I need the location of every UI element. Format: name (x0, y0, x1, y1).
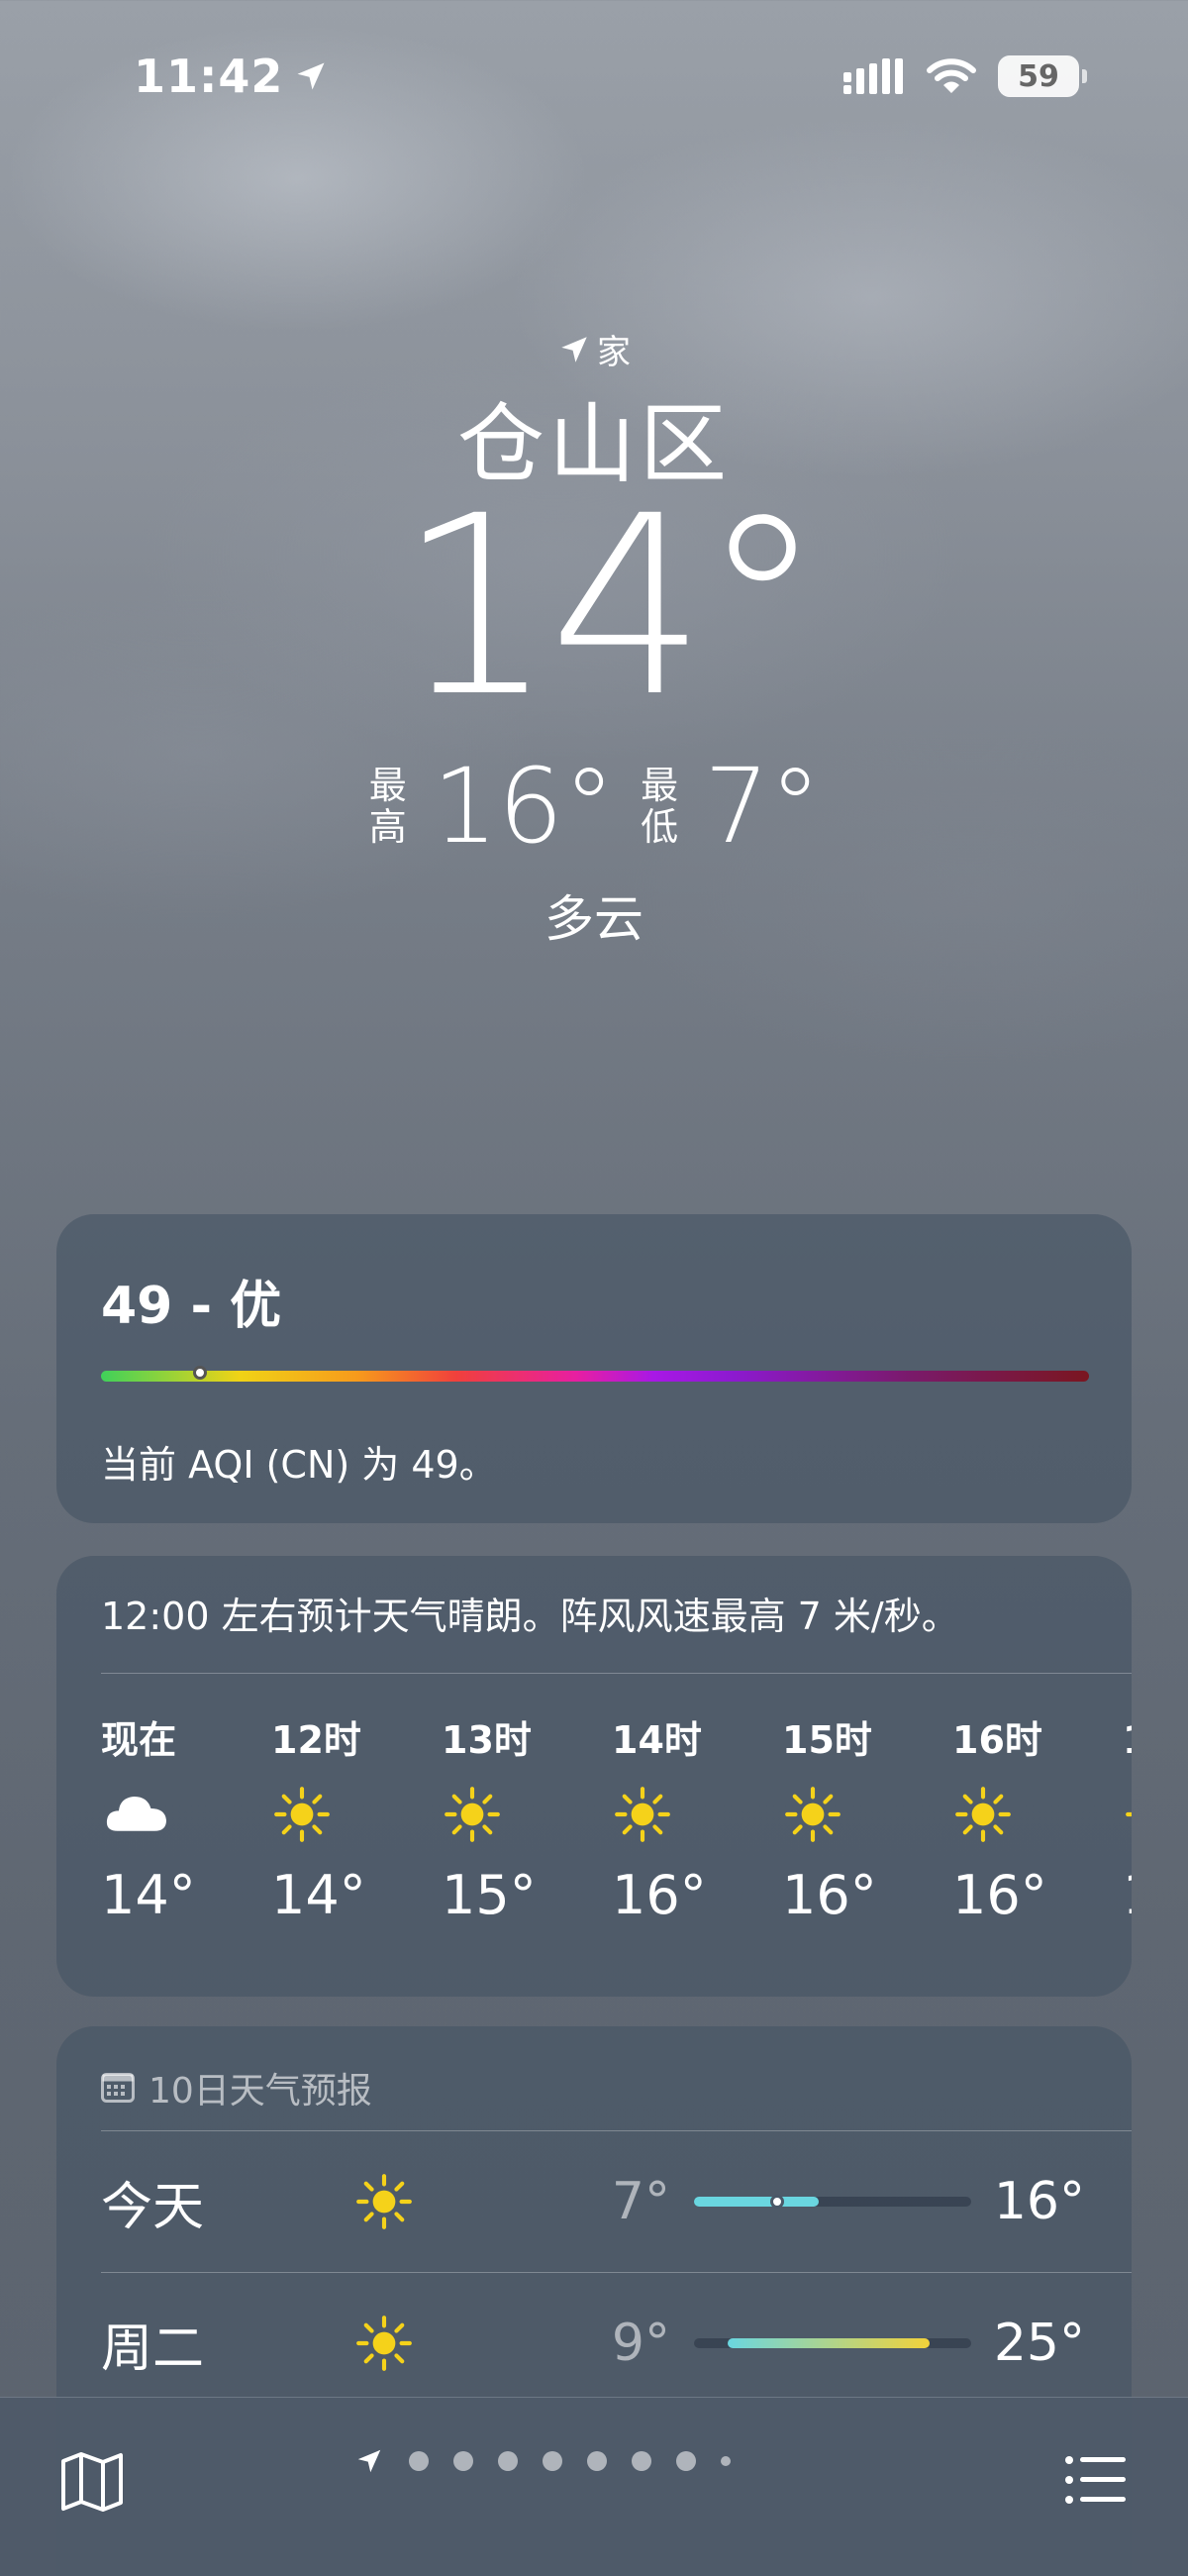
clock-text: 11:42 (134, 50, 284, 103)
aqi-indicator-dot (192, 1366, 207, 1380)
high-label: 最 高 (367, 765, 409, 848)
wifi-icon (927, 58, 976, 93)
temperature-range-bar (694, 2338, 971, 2348)
cellular-signal-icon (843, 58, 903, 94)
hour-label: 12时 (271, 1718, 361, 1762)
sun-icon (785, 1787, 841, 1842)
day-high: 25° (993, 2314, 1085, 2373)
air-quality-card[interactable]: 49 - 优 当前 AQI (CN) 为 49。 (56, 1214, 1132, 1523)
hourly-item: 17时 16° (1123, 1709, 1132, 1926)
sun-icon (356, 2316, 412, 2371)
high-temperature: 16° (432, 746, 616, 867)
temperature-range-bar (694, 2195, 971, 2209)
temperature-range-fill (727, 2338, 930, 2348)
day-low: 9° (611, 2314, 670, 2373)
low-label-line1: 最 (641, 764, 679, 807)
day-name: 周二 (101, 2318, 205, 2379)
page-dot[interactable] (632, 2451, 651, 2471)
high-label-line1: 最 (368, 764, 407, 807)
low-label-line2: 低 (641, 805, 679, 849)
hourly-item: 14时 16° (612, 1709, 750, 1926)
bottom-toolbar (0, 2397, 1188, 2576)
hour-temperature: 14° (271, 1864, 366, 1926)
sun-icon (615, 1787, 670, 1842)
status-bar-time: 11:42 (134, 50, 329, 103)
current-location-page-icon[interactable] (354, 2446, 384, 2476)
day-name: 今天 (101, 2177, 205, 2237)
page-dot[interactable] (721, 2456, 731, 2466)
hourly-item: 16时 16° (952, 1709, 1091, 1926)
page-dot[interactable] (543, 2451, 562, 2471)
hour-label: 14时 (612, 1718, 702, 1762)
sun-icon (445, 1787, 500, 1842)
hour-label: 17时 (1123, 1709, 1132, 1762)
location-tag: 家 (0, 325, 1188, 373)
cloud-icon (106, 1797, 166, 1831)
hour-temperature: 15° (442, 1864, 537, 1926)
aqi-value: 49 - 优 (101, 1277, 282, 1336)
battery-level: 59 (1018, 58, 1059, 94)
sun-icon (955, 1787, 1011, 1842)
aqi-description: 当前 AQI (CN) 为 49。 (101, 1443, 497, 1487)
hour-label: 13时 (442, 1718, 532, 1762)
aqi-scale-bar (101, 1371, 1089, 1382)
map-icon[interactable] (59, 2451, 125, 2513)
hour-icon (442, 1779, 503, 1850)
hour-icon (1123, 1779, 1132, 1850)
current-temperature: 14° (397, 463, 824, 751)
hour-temperature: 16° (952, 1864, 1047, 1926)
location-arrow-icon (561, 336, 587, 362)
low-label: 最 低 (639, 765, 680, 848)
page-dot[interactable] (498, 2451, 518, 2471)
sun-icon (356, 2174, 412, 2229)
hour-temperature: 16° (612, 1864, 707, 1926)
day-high: 16° (993, 2172, 1085, 2231)
day-icon (353, 2171, 551, 2232)
current-temperature-marker (770, 2195, 784, 2209)
battery-indicator: 59 (998, 55, 1087, 97)
hourly-summary: 12:00 左右预计天气晴朗。阵风风速最高 7 米/秒。 (101, 1595, 959, 1638)
hour-icon (952, 1779, 1014, 1850)
hourly-forecast-card[interactable]: 12:00 左右预计天气晴朗。阵风风速最高 7 米/秒。 现在 14° 12时 14°… (56, 1556, 1132, 1997)
day-low: 7° (611, 2172, 670, 2231)
page-dot[interactable] (409, 2451, 429, 2471)
sun-icon (1126, 1811, 1132, 1817)
hourly-item: 13时 15° (442, 1709, 580, 1926)
divider (101, 1673, 1132, 1674)
ten-day-header: 10日天气预报 (101, 2062, 372, 2113)
hour-label: 现在 (101, 1718, 177, 1762)
hour-temperature: 14° (101, 1864, 196, 1926)
hour-icon (612, 1779, 673, 1850)
hour-label: 15时 (782, 1718, 872, 1762)
hour-label: 16时 (952, 1718, 1042, 1762)
temperature-range-fill (694, 2197, 819, 2207)
high-low-temperatures: 最 高 16° 最 低 7° (0, 755, 1188, 858)
page-dot[interactable] (676, 2451, 696, 2471)
hour-icon (782, 1779, 843, 1850)
high-label-line2: 高 (368, 805, 407, 849)
city-list-icon[interactable] (1064, 2454, 1126, 2506)
hour-temperature: 16° (782, 1864, 877, 1926)
ten-day-title: 10日天气预报 (148, 2071, 372, 2112)
sun-icon (274, 1787, 330, 1842)
weather-condition: 多云 (544, 890, 644, 948)
hourly-item: 12时 14° (271, 1709, 410, 1926)
hour-icon (101, 1779, 172, 1850)
page-indicator[interactable] (354, 2446, 731, 2476)
day-icon (353, 2313, 551, 2374)
hour-temperature: 16° (1123, 1864, 1132, 1926)
calendar-icon (101, 2073, 135, 2103)
day-row[interactable]: 今天 7° 16° (101, 2131, 1132, 2272)
hourly-item: 15时 16° (782, 1709, 921, 1926)
day-row[interactable]: 周二 9° 25° (101, 2273, 1132, 2414)
hour-icon (271, 1779, 333, 1850)
location-arrow-icon (297, 62, 325, 90)
hourly-item: 现在 14° (101, 1709, 240, 1926)
page-dot[interactable] (587, 2451, 607, 2471)
low-temperature: 7° (704, 746, 822, 867)
page-dot[interactable] (453, 2451, 473, 2471)
location-tag-label: 家 (597, 333, 631, 372)
status-bar-indicators: 59 (843, 55, 1087, 97)
